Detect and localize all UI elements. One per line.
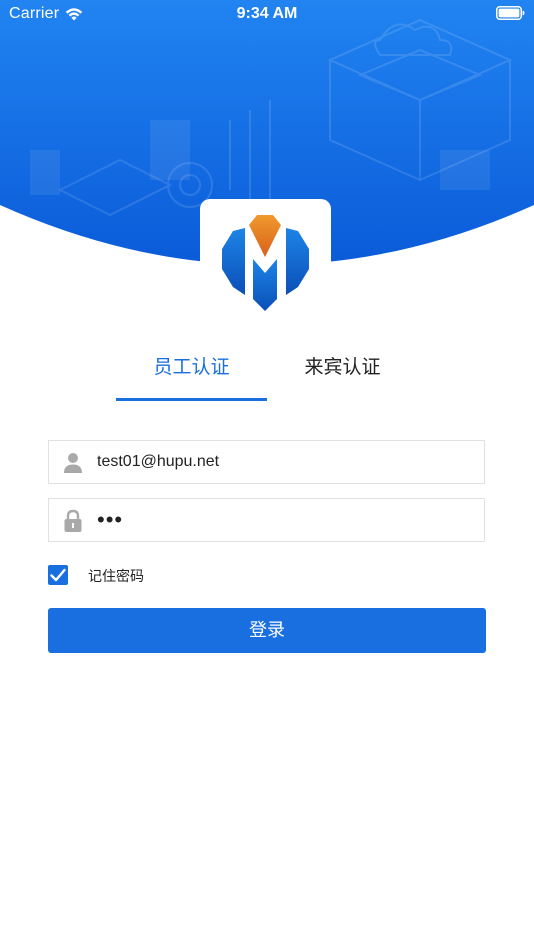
check-icon [50,568,66,582]
clock: 9:34 AM [236,5,298,22]
tab-employee-auth[interactable]: 员工认证 [116,345,267,401]
password-field[interactable]: ••• [48,498,485,542]
status-bar: Carrier 9:34 AM [0,0,534,28]
user-icon [64,453,82,473]
login-button[interactable]: 登录 [48,608,486,653]
remember-label: 记住密码 [88,568,144,584]
tab-guest-auth[interactable]: 来宾认证 [267,345,418,401]
remember-checkbox[interactable] [48,565,68,585]
username-field[interactable]: test01@hupu.net [48,440,485,484]
app-logo-card [200,199,331,327]
password-value: ••• [97,507,124,532]
active-tab-indicator [116,398,267,401]
username-value: test01@hupu.net [97,453,220,470]
auth-tabs: 员工认证 来宾认证 [116,345,418,403]
battery-icon [496,6,525,20]
lock-icon [64,509,82,532]
app-logo [222,215,309,311]
